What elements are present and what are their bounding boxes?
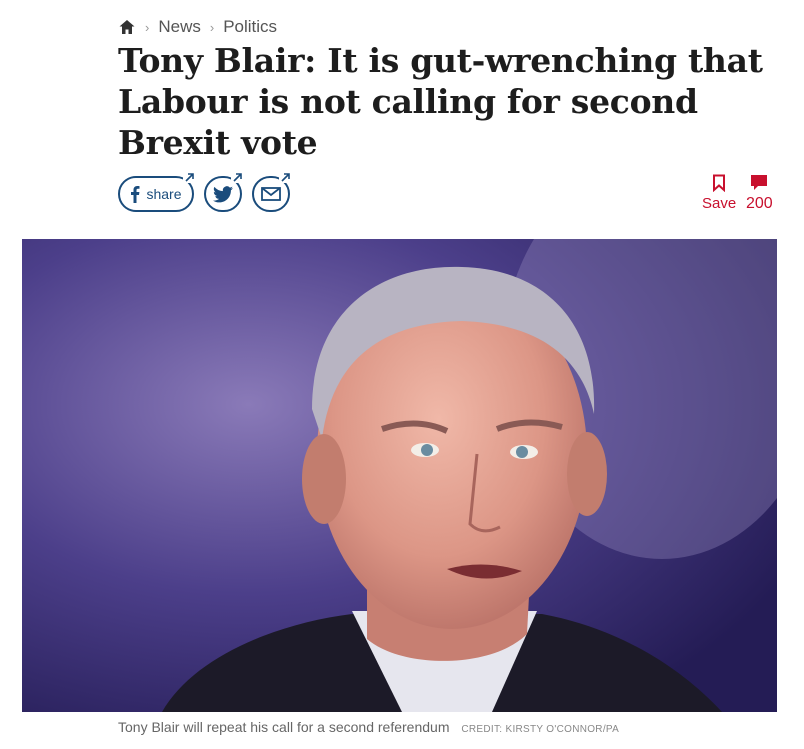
facebook-share-button[interactable]: share — [118, 172, 196, 212]
breadcrumb-politics-link[interactable]: Politics — [223, 17, 277, 37]
external-arrow-icon — [231, 172, 244, 183]
comment-icon — [751, 175, 768, 190]
image-credit: CREDIT: KIRSTY O'CONNOR/PA — [461, 724, 619, 735]
portrait-illustration — [22, 239, 777, 712]
share-bar: share — [118, 172, 292, 212]
facebook-icon — [131, 186, 140, 203]
comments-count: 200 — [746, 195, 773, 212]
save-label: Save — [702, 195, 737, 212]
credit-name: KIRSTY O'CONNOR/PA — [505, 724, 620, 735]
external-arrow-icon — [183, 172, 196, 183]
breadcrumb-news-link[interactable]: News — [158, 17, 201, 37]
twitter-icon — [213, 185, 233, 202]
email-icon — [261, 187, 281, 201]
home-icon[interactable] — [118, 18, 136, 36]
caption-text: Tony Blair will repeat his call for a se… — [118, 719, 450, 735]
breadcrumb: › News › Politics — [118, 16, 277, 38]
facebook-share-label: share — [146, 186, 182, 202]
email-share-button[interactable] — [252, 172, 292, 212]
twitter-share-button[interactable] — [204, 172, 244, 212]
save-button[interactable]: Save — [702, 174, 736, 212]
bookmark-icon — [713, 174, 726, 192]
article-headline: Tony Blair: It is gut-wrenching that Lab… — [118, 41, 763, 162]
comments-button[interactable]: 200 — [746, 174, 773, 213]
chevron-right-icon: › — [209, 19, 215, 35]
credit-label: CREDIT: — [461, 724, 503, 735]
external-arrow-icon — [279, 172, 292, 183]
image-caption: Tony Blair will repeat his call for a se… — [118, 719, 619, 735]
chevron-right-icon: › — [145, 19, 150, 35]
article-hero-image[interactable] — [22, 239, 777, 712]
